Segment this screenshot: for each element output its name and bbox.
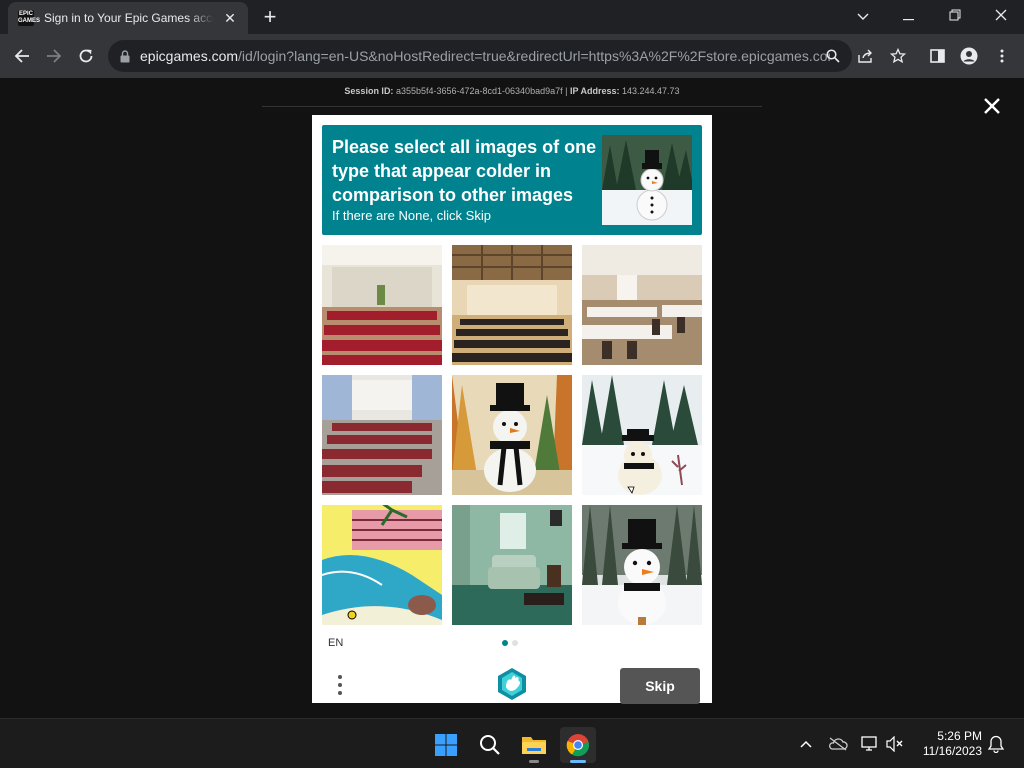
ip-address-value: 143.244.47.73: [622, 86, 680, 96]
sample-image-snowman: [602, 135, 694, 225]
new-tab-icon[interactable]: +: [258, 6, 282, 30]
tile-beach-resort[interactable]: [322, 505, 442, 625]
session-id-value: a355b5f4-3656-472a-8cd1-06340bad9a7f: [395, 86, 563, 96]
explorer-running-indicator: [529, 760, 539, 763]
browser-menu-icon[interactable]: [988, 42, 1016, 70]
address-bar[interactable]: epicgames.com/id/login?lang=en-US&noHost…: [108, 40, 852, 72]
chrome-active-indicator: [570, 760, 586, 763]
forward-arrow-icon[interactable]: [40, 42, 68, 70]
page-dot-2: [512, 640, 518, 646]
prompt-subtext: If there are None, click Skip: [332, 208, 491, 223]
session-divider: [262, 106, 762, 107]
start-windows-icon[interactable]: [428, 727, 464, 763]
close-overlay-icon[interactable]: [980, 94, 1004, 118]
browser-toolbar: epicgames.com/id/login?lang=en-US&noHost…: [0, 34, 1024, 78]
profile-icon[interactable]: [955, 42, 983, 70]
challenge-prompt: Please select all images of one type tha…: [322, 125, 702, 235]
hcaptcha-challenge: Please select all images of one type tha…: [312, 115, 712, 704]
tab-strip: EPIC GAMES Sign in to Your Epic Games ac…: [0, 0, 1024, 34]
onedrive-offline-icon[interactable]: [827, 733, 849, 755]
network-icon[interactable]: [859, 733, 881, 755]
clock-date: 11/16/2023: [922, 744, 982, 758]
zoom-search-icon[interactable]: [819, 42, 847, 70]
back-arrow-icon[interactable]: [8, 42, 36, 70]
tab-close-icon[interactable]: ✕: [222, 10, 238, 26]
file-explorer-icon[interactable]: [516, 727, 552, 763]
tile-snowman-autumn[interactable]: [452, 375, 572, 495]
url-host: epicgames.com: [140, 48, 239, 64]
tile-snowman-snowy[interactable]: [582, 375, 702, 495]
side-panel-icon[interactable]: [923, 42, 951, 70]
tab-title: Sign in to Your Epic Games account: [44, 11, 214, 25]
tile-meeting-room[interactable]: [582, 245, 702, 365]
page-dot-1: [502, 640, 508, 646]
notification-bell-icon[interactable]: [985, 733, 1007, 755]
share-icon[interactable]: [852, 42, 880, 70]
prompt-text: Please select all images of one type tha…: [332, 137, 597, 205]
tile-seminar-room[interactable]: [322, 375, 442, 495]
clock-time: 5:26 PM: [937, 729, 982, 743]
tile-snowman-pine[interactable]: [582, 505, 702, 625]
close-window-icon[interactable]: [978, 0, 1024, 34]
challenge-menu-icon[interactable]: [330, 671, 350, 701]
browser-tab[interactable]: EPIC GAMES Sign in to Your Epic Games ac…: [8, 2, 248, 34]
tab-search-chevron-icon[interactable]: [840, 0, 886, 34]
url-text[interactable]: epicgames.com/id/login?lang=en-US&noHost…: [140, 48, 830, 64]
taskbar-clock[interactable]: 5:26 PM 11/16/2023: [912, 729, 982, 759]
tile-living-room[interactable]: [452, 505, 572, 625]
page-indicator: [502, 640, 518, 646]
tile-banquet-hall[interactable]: [452, 245, 572, 365]
hcaptcha-logo-icon[interactable]: [495, 667, 529, 701]
bookmark-star-icon[interactable]: [884, 42, 912, 70]
session-id-label: Session ID:: [344, 86, 394, 96]
tile-conference-hall[interactable]: [322, 245, 442, 365]
reload-icon[interactable]: [72, 42, 100, 70]
restore-icon[interactable]: [932, 0, 978, 34]
skip-button[interactable]: Skip: [620, 668, 700, 704]
page-content: Session ID: a355b5f4-3656-472a-8cd1-0634…: [0, 78, 1024, 718]
chrome-taskbar-icon[interactable]: [560, 727, 596, 763]
url-path: /id/login?lang=en-US&noHostRedirect=true…: [238, 48, 830, 64]
epic-games-favicon: EPIC GAMES: [18, 10, 41, 26]
language-selector[interactable]: EN: [328, 637, 343, 649]
lock-icon[interactable]: [120, 49, 130, 63]
ip-address-label: IP Address:: [569, 86, 620, 96]
windows-taskbar: 5:26 PM 11/16/2023: [0, 718, 1024, 768]
tray-chevron-up-icon[interactable]: [795, 733, 817, 755]
minimize-icon[interactable]: [886, 0, 932, 34]
taskbar-search-icon[interactable]: [472, 727, 508, 763]
session-info: Session ID: a355b5f4-3656-472a-8cd1-0634…: [344, 86, 680, 96]
volume-muted-icon[interactable]: [884, 733, 906, 755]
